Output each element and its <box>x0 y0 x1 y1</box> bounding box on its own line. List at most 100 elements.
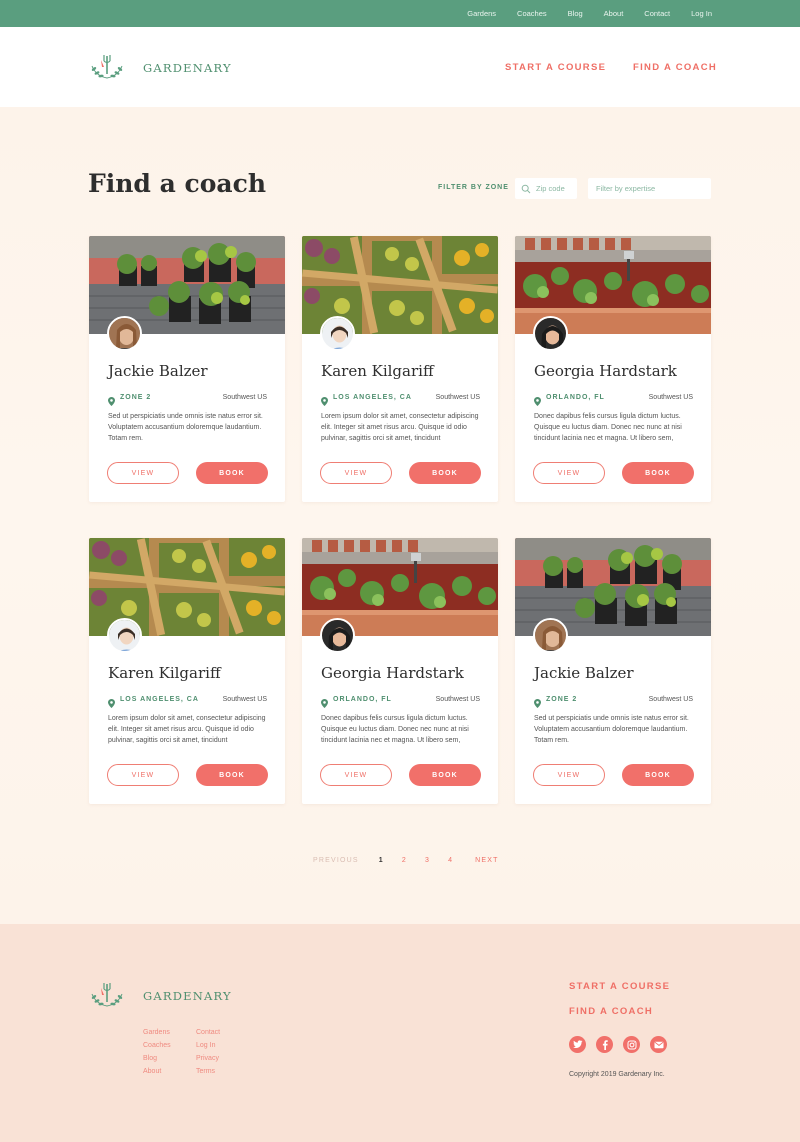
previous-page-button[interactable]: PREVIOUS <box>313 857 359 864</box>
site-footer: GARDENARY Gardens Contact Coaches Log In… <box>0 924 800 1142</box>
coach-description: Lorem ipsum dolor sit amet, consectetur … <box>321 413 479 442</box>
coach-location: LOS ANGELES, CA <box>321 393 412 406</box>
page-1-button[interactable]: 1 <box>379 857 384 864</box>
location-label: LOS ANGELES, CA <box>333 394 412 401</box>
coach-description: Lorem ipsum dolor sit amet, consectetur … <box>108 715 266 744</box>
coach-region: Southwest US <box>435 696 480 703</box>
zip-code-input[interactable]: Zip code <box>515 178 577 199</box>
footer-link-login[interactable]: Log In <box>196 1042 256 1050</box>
expertise-filter-input[interactable]: Filter by expertise <box>588 178 711 199</box>
book-button[interactable]: BOOK <box>622 462 694 484</box>
view-button[interactable]: VIEW <box>320 462 392 484</box>
expertise-placeholder: Filter by expertise <box>596 184 656 193</box>
view-button[interactable]: VIEW <box>107 462 179 484</box>
coach-location: LOS ANGELES, CA <box>108 695 199 708</box>
social-links <box>569 1036 667 1053</box>
facebook-icon[interactable] <box>596 1036 613 1053</box>
coach-description: Donec dapibus felis cursus ligula dictum… <box>534 413 682 442</box>
footer-link-privacy[interactable]: Privacy <box>196 1055 256 1063</box>
coach-location: ZONE 2 <box>108 393 152 406</box>
location-label: ZONE 2 <box>120 394 152 401</box>
coach-region: Southwest US <box>648 696 693 703</box>
book-button[interactable]: BOOK <box>622 764 694 786</box>
location-label: ZONE 2 <box>546 696 578 703</box>
instagram-icon[interactable] <box>623 1036 640 1053</box>
book-button[interactable]: BOOK <box>409 764 481 786</box>
coach-region: Southwest US <box>222 696 267 703</box>
coach-avatar <box>533 618 568 653</box>
gardenary-logo-icon[interactable] <box>88 52 126 82</box>
coach-card[interactable]: Georgia Hardstark ORLANDO, FL Southwest … <box>515 236 711 502</box>
brand-name[interactable]: GARDENARY <box>143 61 232 75</box>
email-icon[interactable] <box>650 1036 667 1053</box>
view-button[interactable]: VIEW <box>533 462 605 484</box>
site-header: GARDENARY START A COURSE FIND A COACH <box>0 27 800 107</box>
top-nav-gardens[interactable]: Gardens <box>467 9 496 18</box>
start-course-link[interactable]: START A COURSE <box>505 62 606 73</box>
zip-code-placeholder: Zip code <box>536 184 565 193</box>
pagination: PREVIOUS 1 2 3 4 NEXT <box>313 857 499 864</box>
footer-links: Gardens Contact Coaches Log In Blog Priv… <box>143 1029 256 1076</box>
coach-avatar <box>107 618 142 653</box>
location-pin-icon <box>108 393 115 406</box>
view-button[interactable]: VIEW <box>107 764 179 786</box>
book-button[interactable]: BOOK <box>196 764 268 786</box>
page-2-button[interactable]: 2 <box>402 857 407 864</box>
coach-description: Sed ut perspiciatis unde omnis iste natu… <box>534 715 689 744</box>
coach-region: Southwest US <box>435 394 480 401</box>
footer-find-coach-link[interactable]: FIND A COACH <box>569 1006 653 1017</box>
coach-name[interactable]: Georgia Hardstark <box>534 362 677 380</box>
search-icon <box>521 184 531 193</box>
location-pin-icon <box>534 393 541 406</box>
footer-link-gardens[interactable]: Gardens <box>143 1029 196 1037</box>
copyright-text: Copyright 2019 Gardenary Inc. <box>569 1071 665 1078</box>
coach-description: Sed ut perspiciatis unde omnis iste natu… <box>108 413 263 442</box>
coach-location: ORLANDO, FL <box>321 695 392 708</box>
twitter-icon[interactable] <box>569 1036 586 1053</box>
page-4-button[interactable]: 4 <box>448 857 453 864</box>
location-label: LOS ANGELES, CA <box>120 696 199 703</box>
coach-avatar <box>320 316 355 351</box>
view-button[interactable]: VIEW <box>533 764 605 786</box>
coach-card[interactable]: Jackie Balzer ZONE 2 Southwest US Sed ut… <box>515 538 711 804</box>
coach-avatar <box>107 316 142 351</box>
coach-region: Southwest US <box>648 394 693 401</box>
coach-name[interactable]: Karen Kilgariff <box>321 362 434 380</box>
footer-link-about[interactable]: About <box>143 1068 196 1076</box>
coach-location: ORLANDO, FL <box>534 393 605 406</box>
footer-link-coaches[interactable]: Coaches <box>143 1042 196 1050</box>
find-coach-link[interactable]: FIND A COACH <box>633 62 717 73</box>
top-nav: Gardens Coaches Blog About Contact Log I… <box>446 0 712 27</box>
next-page-button[interactable]: NEXT <box>475 857 498 864</box>
footer-brand-name[interactable]: GARDENARY <box>143 989 232 1003</box>
coach-card[interactable]: Karen Kilgariff LOS ANGELES, CA Southwes… <box>89 538 285 804</box>
top-nav-about[interactable]: About <box>604 9 624 18</box>
coach-location: ZONE 2 <box>534 695 578 708</box>
book-button[interactable]: BOOK <box>409 462 481 484</box>
book-button[interactable]: BOOK <box>196 462 268 484</box>
gardenary-logo-icon[interactable] <box>88 980 126 1010</box>
coach-card[interactable]: Karen Kilgariff LOS ANGELES, CA Southwes… <box>302 236 498 502</box>
page-3-button[interactable]: 3 <box>425 857 430 864</box>
coach-avatar <box>320 618 355 653</box>
top-nav-contact[interactable]: Contact <box>644 9 670 18</box>
coach-card[interactable]: Jackie Balzer ZONE 2 Southwest US Sed ut… <box>89 236 285 502</box>
coach-name[interactable]: Jackie Balzer <box>108 362 208 380</box>
coach-description: Donec dapibus felis cursus ligula dictum… <box>321 715 469 744</box>
footer-link-blog[interactable]: Blog <box>143 1055 196 1063</box>
coach-name[interactable]: Karen Kilgariff <box>108 664 221 682</box>
top-bar: Gardens Coaches Blog About Contact Log I… <box>0 0 800 27</box>
coach-region: Southwest US <box>222 394 267 401</box>
top-nav-login[interactable]: Log In <box>691 9 712 18</box>
footer-link-terms[interactable]: Terms <box>196 1068 256 1076</box>
coach-name[interactable]: Georgia Hardstark <box>321 664 464 682</box>
location-pin-icon <box>321 393 328 406</box>
location-pin-icon <box>534 695 541 708</box>
top-nav-coaches[interactable]: Coaches <box>517 9 547 18</box>
coach-name[interactable]: Jackie Balzer <box>534 664 634 682</box>
view-button[interactable]: VIEW <box>320 764 392 786</box>
coach-card[interactable]: Georgia Hardstark ORLANDO, FL Southwest … <box>302 538 498 804</box>
footer-link-contact[interactable]: Contact <box>196 1029 256 1037</box>
top-nav-blog[interactable]: Blog <box>568 9 583 18</box>
footer-start-course-link[interactable]: START A COURSE <box>569 981 670 992</box>
